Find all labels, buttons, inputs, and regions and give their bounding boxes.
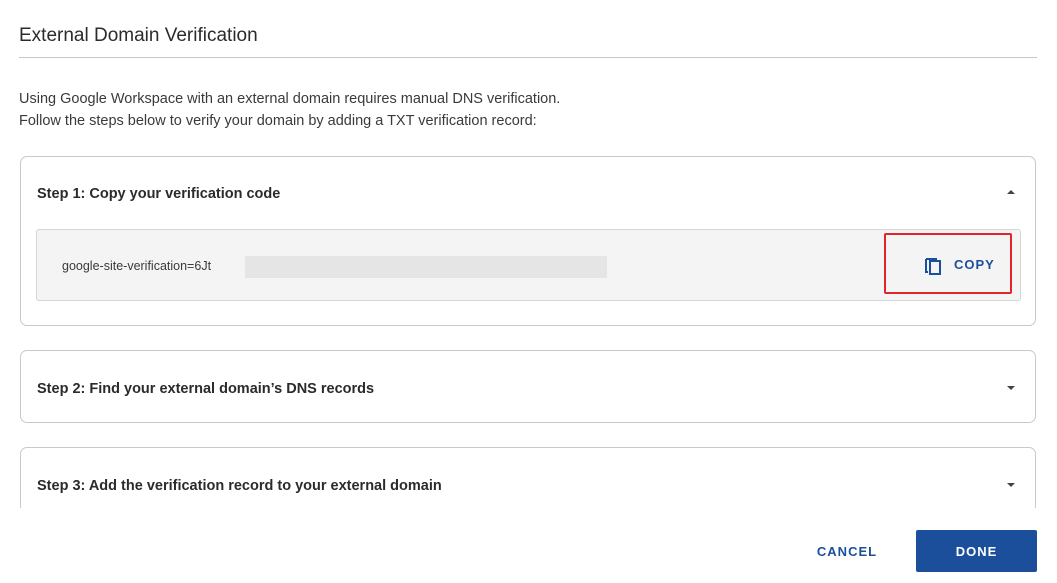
step-1-panel: Step 1: Copy your verification code goog… xyxy=(20,156,1036,326)
footer-area xyxy=(0,508,1057,583)
chevron-down-icon[interactable] xyxy=(1007,483,1015,487)
chevron-down-icon[interactable] xyxy=(1007,386,1015,390)
redacted-code-overlay xyxy=(245,256,607,278)
step-3-title: Step 3: Add the verification record to y… xyxy=(37,478,442,494)
verification-code: google-site-verification=6Jt xyxy=(62,259,212,273)
intro-text: Using Google Workspace with an external … xyxy=(19,88,560,132)
chevron-up-icon[interactable] xyxy=(1007,190,1015,194)
step-1-title: Step 1: Copy your verification code xyxy=(37,186,281,202)
copy-button-label: COPY xyxy=(954,257,995,272)
verification-code-box: google-site-verification=6Jt COPY xyxy=(36,229,1021,301)
done-button[interactable]: DONE xyxy=(916,530,1037,572)
dialog-title: External Domain Verification xyxy=(19,25,258,46)
title-divider xyxy=(19,57,1037,58)
step-2-title: Step 2: Find your external domain’s DNS … xyxy=(37,381,375,397)
step-1-header[interactable]: Step 1: Copy your verification code xyxy=(21,157,1035,229)
copy-icon xyxy=(924,256,942,280)
copy-button[interactable]: COPY xyxy=(884,233,1012,294)
intro-line-1: Using Google Workspace with an external … xyxy=(19,91,561,107)
intro-line-2: Follow the steps below to verify your do… xyxy=(19,113,537,129)
step-2-panel[interactable]: Step 2: Find your external domain’s DNS … xyxy=(20,350,1036,423)
cancel-button[interactable]: CANCEL xyxy=(797,530,897,572)
